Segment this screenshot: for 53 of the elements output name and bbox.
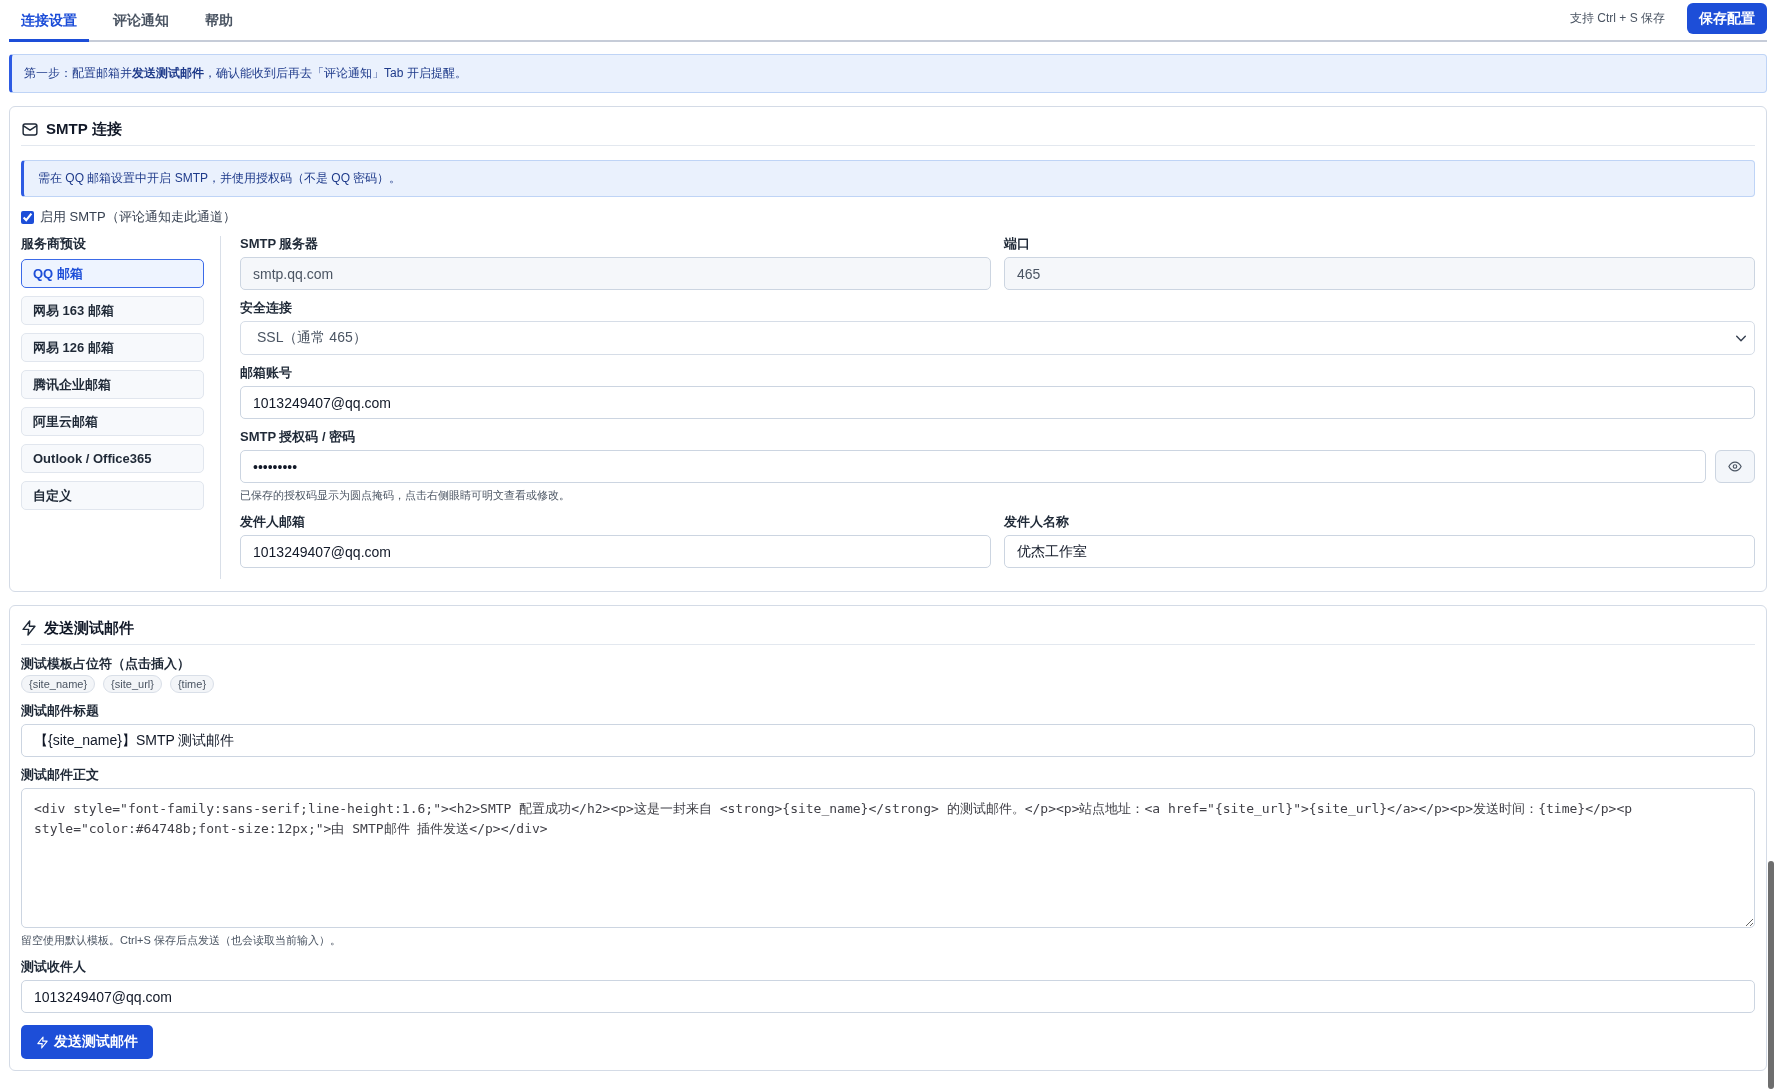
preset-button[interactable]: 网易 126 邮箱 bbox=[21, 333, 204, 362]
preset-button[interactable]: 阿里云邮箱 bbox=[21, 407, 204, 436]
text-field[interactable]: 优杰工作室 bbox=[1004, 535, 1755, 568]
preset-button[interactable]: 腾讯企业邮箱 bbox=[21, 370, 204, 399]
card-title: SMTP 连接 bbox=[46, 119, 122, 139]
field-hint: 留空使用默认模板。Ctrl+S 保存后点发送（也会读取当前输入）。 bbox=[21, 933, 341, 947]
field-label: 测试模板占位符（点击插入） bbox=[21, 656, 190, 672]
text-field[interactable]: 1013249407@qq.com bbox=[21, 980, 1755, 1013]
field-label: 测试收件人 bbox=[21, 959, 86, 975]
field-label: SMTP 服务器 bbox=[240, 236, 319, 252]
scrollbar-thumb[interactable] bbox=[1768, 861, 1774, 1089]
password-field[interactable]: ••••••••• bbox=[240, 450, 1706, 483]
eye-icon bbox=[1728, 461, 1742, 472]
checkbox-label: 启用 SMTP（评论通知走此通道） bbox=[40, 208, 236, 226]
preset-button[interactable]: QQ 邮箱 bbox=[21, 259, 204, 288]
card-title: 发送测试邮件 bbox=[44, 618, 134, 638]
tab[interactable]: 帮助 bbox=[193, 0, 245, 42]
text-field[interactable]: 【{site_name}】SMTP 测试邮件 bbox=[21, 724, 1755, 757]
tab[interactable]: 评论通知 bbox=[101, 0, 181, 42]
send-test-button[interactable]: 发送测试邮件 bbox=[21, 1025, 153, 1059]
field-label: 发件人名称 bbox=[1004, 514, 1069, 530]
text-field[interactable]: 1013249407@qq.com bbox=[240, 535, 991, 568]
preset-button[interactable]: Outlook / Office365 bbox=[21, 444, 204, 473]
enable-checkbox[interactable] bbox=[21, 210, 34, 224]
info-text: 需在 QQ 邮箱设置中开启 SMTP，并使用授权码（不是 QQ 密码）。 bbox=[38, 170, 402, 187]
chevron-down-icon bbox=[1736, 334, 1746, 342]
field-label: 邮箱账号 bbox=[240, 365, 292, 381]
text-field[interactable]: 1013249407@qq.com bbox=[240, 386, 1755, 419]
save-button[interactable]: 保存配置 bbox=[1687, 3, 1767, 34]
notice-text: 第一步：配置邮箱并发送测试邮件，确认能收到后再去「评论通知」Tab 开启提醒。 bbox=[24, 65, 467, 82]
field-label: 安全连接 bbox=[240, 300, 292, 316]
placeholder-chip[interactable]: {site_name} bbox=[21, 675, 96, 693]
field-hint: 已保存的授权码显示为圆点掩码，点击右侧眼睛可明文查看或修改。 bbox=[240, 488, 570, 502]
preset-button[interactable]: 网易 163 邮箱 bbox=[21, 296, 204, 325]
field-label: 测试邮件标题 bbox=[21, 703, 99, 719]
select-field[interactable]: SSL（通常 465） bbox=[240, 321, 1755, 355]
preset-button[interactable]: 自定义 bbox=[21, 481, 204, 510]
field-label: 测试邮件正文 bbox=[21, 767, 99, 783]
tab[interactable]: 连接设置 bbox=[9, 0, 89, 42]
lightning-icon bbox=[22, 620, 36, 636]
shortcut-hint: 支持 Ctrl + S 保存 bbox=[1570, 10, 1665, 27]
text-field[interactable]: 465 bbox=[1004, 257, 1755, 290]
placeholder-chip[interactable]: {time} bbox=[169, 675, 215, 693]
mail-icon bbox=[22, 122, 38, 136]
field-label: 端口 bbox=[1004, 236, 1030, 252]
field-label: 发件人邮箱 bbox=[240, 514, 305, 530]
text-field[interactable]: smtp.qq.com bbox=[240, 257, 991, 290]
show-password-button[interactable] bbox=[1715, 450, 1755, 483]
lightning-icon bbox=[37, 1035, 48, 1049]
placeholder-chip[interactable]: {site_url} bbox=[103, 675, 162, 693]
body-textarea[interactable]: <div style="font-family:sans-serif;line-height:1.6;"><h2>SMTP 配置成功</h2><p>这是一封来自 <strong>{site_name}</strong> 的测试邮件。</p><p>站点地址：<a href="{site_url}">{site_url}</a></p><p>发送时间：{time}</p><p style="color:#64748b;font-size:12px;">由 SMTP邮件 插件发送</p></div> bbox=[21, 788, 1755, 928]
field-label: 服务商预设 bbox=[21, 236, 86, 252]
field-label: SMTP 授权码 / 密码 bbox=[240, 429, 356, 445]
